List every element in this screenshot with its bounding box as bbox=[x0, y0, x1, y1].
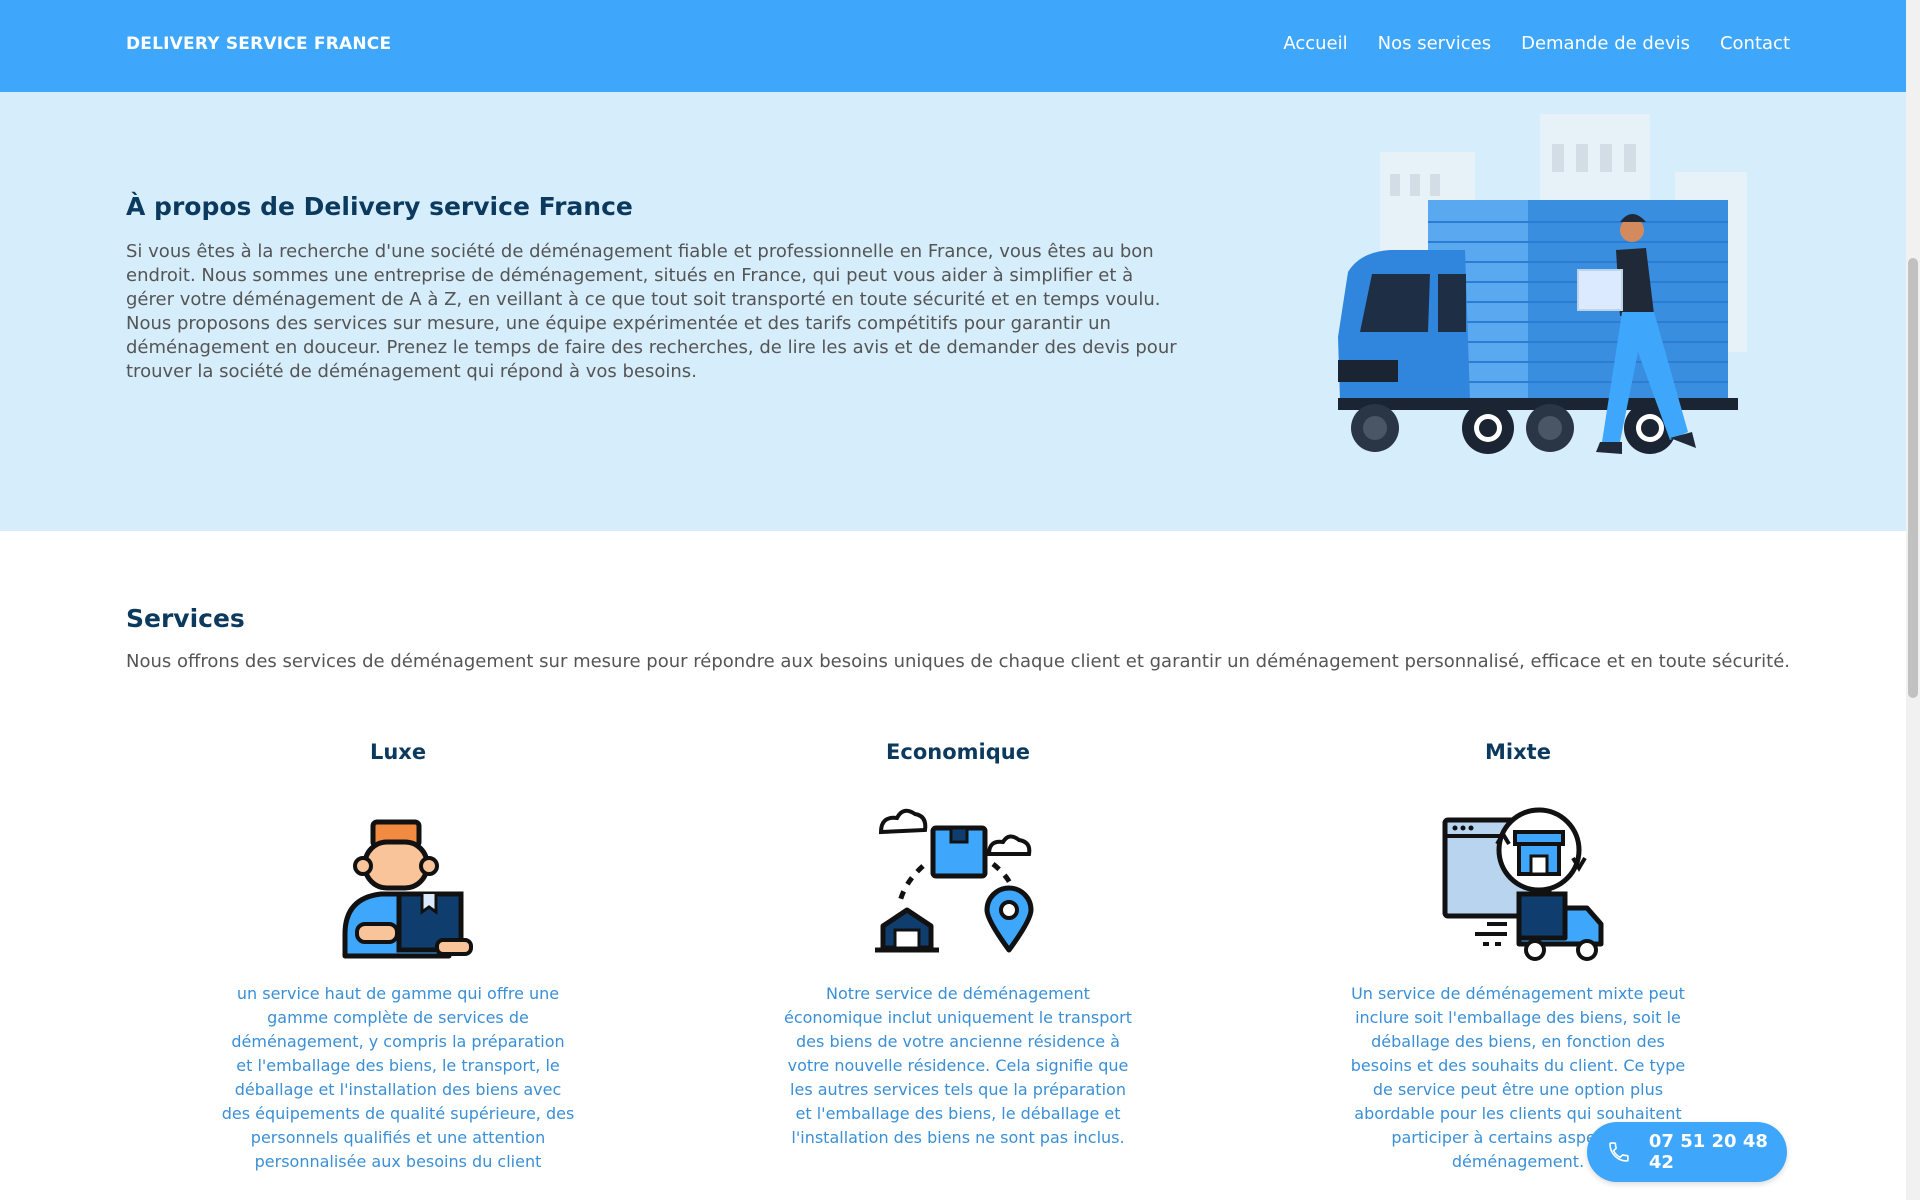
services-intro: Nous offrons des services de déménagemen… bbox=[126, 651, 1791, 672]
phone-icon bbox=[1609, 1142, 1629, 1162]
page-scrollbar[interactable] bbox=[1906, 0, 1920, 1200]
about-section: À propos de Delivery service France Si v… bbox=[0, 92, 1920, 531]
phone-number: 07 51 20 48 42 bbox=[1648, 1131, 1768, 1173]
brand-logo-link[interactable]: DELIVERY SERVICE FRANCE bbox=[126, 34, 391, 54]
call-phone-button[interactable]: 07 51 20 48 42 bbox=[1587, 1122, 1787, 1182]
service-title-economique: Economique bbox=[886, 740, 1030, 764]
service-desc-economique: Notre service de déménagement économique… bbox=[783, 984, 1133, 1147]
scrollbar-thumb[interactable] bbox=[1908, 258, 1918, 698]
mover-with-box-icon bbox=[342, 819, 473, 959]
service-title-mixte: Mixte bbox=[1485, 740, 1551, 764]
nav-link-services[interactable]: Nos services bbox=[1378, 33, 1491, 54]
nav-link-accueil[interactable]: Accueil bbox=[1283, 33, 1347, 54]
online-store-delivery-icon bbox=[1442, 807, 1604, 961]
delivery-truck-illustration bbox=[1338, 114, 1747, 454]
nav-link-contact[interactable]: Contact bbox=[1720, 33, 1790, 54]
main-nav: Accueil Nos services Demande de devis Co… bbox=[1283, 33, 1790, 54]
about-text: Si vous êtes à la recherche d'une sociét… bbox=[126, 241, 1177, 382]
service-desc-luxe: un service haut de gamme qui offre une g… bbox=[221, 984, 575, 1171]
services-title: Services bbox=[126, 604, 245, 633]
top-navbar: DELIVERY SERVICE FRANCE Accueil Nos serv… bbox=[0, 0, 1920, 92]
service-card-economique: Economique Notre service de déménagement… bbox=[773, 740, 1143, 1150]
about-title: À propos de Delivery service France bbox=[126, 192, 633, 221]
service-title-luxe: Luxe bbox=[369, 740, 427, 764]
service-card-mixte: Mixte Un service de déménagement mixte p… bbox=[1333, 740, 1703, 1174]
delivery-route-icon bbox=[875, 808, 1034, 953]
service-card-luxe: Luxe un service haut de gamme qui offre … bbox=[213, 740, 583, 1174]
nav-link-devis[interactable]: Demande de devis bbox=[1521, 33, 1690, 54]
